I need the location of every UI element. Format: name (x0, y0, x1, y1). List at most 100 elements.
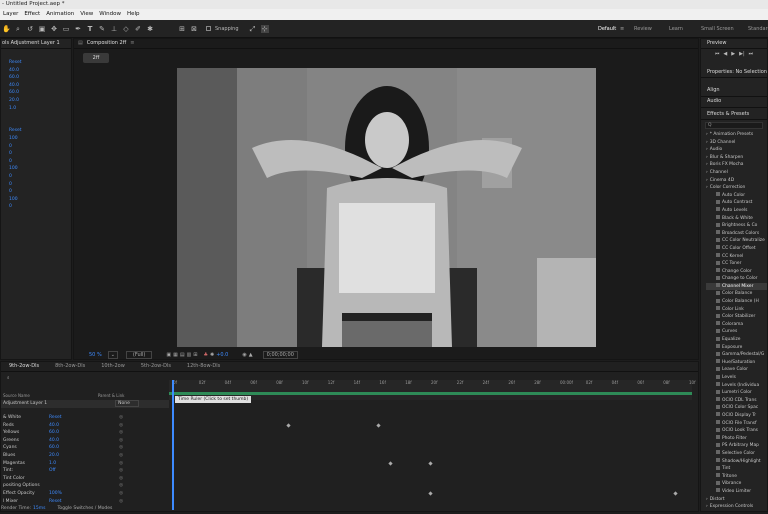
effect-category[interactable]: › * Animation Presets (706, 131, 767, 139)
local-axis-icon[interactable]: ⊞ (178, 25, 186, 33)
effect-item[interactable]: Video Limiter (706, 488, 767, 496)
composition-tab-menu-icon[interactable]: ≡ (130, 39, 134, 48)
effect-item[interactable]: Channel Mixer (706, 282, 767, 291)
rotate-icon[interactable]: ↺ (26, 25, 34, 33)
expand-chevron-icon[interactable]: › (706, 132, 708, 137)
play-icon[interactable]: ▶ (731, 51, 735, 57)
effect-item[interactable]: Shadow/Highlight (706, 458, 767, 466)
effect-control-value[interactable]: 60.0 (9, 74, 71, 82)
effect-item[interactable]: Hue/Saturation (706, 359, 767, 367)
effect-category[interactable]: › Color Correction (706, 184, 767, 192)
effect-control-value[interactable]: 100 (9, 196, 71, 204)
menu-layer[interactable]: Layer (0, 9, 21, 20)
effect-item[interactable]: Tritone (706, 473, 767, 481)
effect-item[interactable]: Levels (706, 374, 767, 382)
property-value[interactable]: Reset (49, 414, 62, 422)
keyframe-marker[interactable] (388, 461, 393, 466)
menu-effect[interactable]: Effect (21, 9, 43, 20)
workspace-menu-icon[interactable]: ≡ (620, 20, 624, 38)
audio-tab[interactable]: Audio (701, 97, 767, 108)
layer-row[interactable]: Adjustment Layer 1 None (1, 400, 169, 408)
parent-dropdown[interactable]: None (115, 400, 139, 407)
effect-item[interactable]: Brightness & Co (706, 222, 767, 230)
effect-item[interactable]: CC Toner (706, 260, 767, 268)
property-row[interactable]: Effect Opacity 100% ◎ (1, 490, 169, 498)
expand-chevron-icon[interactable]: › (706, 504, 708, 509)
timeline-tab[interactable]: 9th-2ow-Dls (1, 362, 47, 371)
workspace-default[interactable]: Default (598, 20, 616, 38)
pen-icon[interactable]: ✒ (74, 25, 82, 33)
first-frame-icon[interactable]: ⏮ (715, 51, 720, 57)
type-icon[interactable]: T (86, 25, 94, 33)
workspace-small-screen[interactable]: Small Screen (701, 20, 734, 38)
effect-category[interactable]: › Distort (706, 496, 767, 504)
effect-item[interactable]: Leave Color (706, 366, 767, 374)
keyframe-area[interactable] (169, 414, 692, 514)
stopwatch-icon[interactable]: ◎ (119, 422, 123, 430)
effect-item[interactable]: OCIO Look Trans (706, 427, 767, 435)
effect-control-value[interactable] (9, 120, 71, 128)
property-value[interactable]: 20.0 (49, 452, 59, 460)
property-row[interactable]: Yellows 60.0 ◎ (1, 429, 169, 437)
mask-icon[interactable]: ▤ (180, 352, 185, 358)
property-value[interactable]: 60.0 (49, 429, 59, 437)
effect-item[interactable]: Color Stabilizer (706, 313, 767, 321)
stopwatch-icon[interactable]: ◎ (119, 482, 123, 490)
timeline-tab[interactable]: 5th-2ow-Dls (133, 362, 179, 371)
align-tab[interactable]: Align (701, 86, 767, 97)
property-value[interactable]: 60.0 (49, 444, 59, 452)
effect-item[interactable]: Gamma/Pedestal/G (706, 351, 767, 359)
effect-category[interactable]: › Audio (706, 146, 767, 154)
property-row[interactable]: Tint: Off ◎ (1, 467, 169, 475)
workspace-standard[interactable]: Standard (748, 20, 768, 38)
camera-icon[interactable]: ▣ (38, 25, 46, 33)
effect-category[interactable]: › Channel (706, 169, 767, 177)
property-value[interactable]: 40.0 (49, 437, 59, 445)
world-axis-icon[interactable]: ⊠ (190, 25, 198, 33)
timeline-search-icon[interactable]: ⌕ (7, 375, 10, 381)
effect-control-value[interactable]: 0 (9, 143, 71, 151)
keyframe-marker[interactable] (376, 423, 381, 428)
keyframe-marker[interactable] (428, 491, 433, 496)
property-row[interactable]: & White Reset ◎ (1, 414, 169, 422)
menu-help[interactable]: Help (124, 9, 143, 20)
zoom-level[interactable]: 50 % (89, 352, 102, 358)
timeline-tab[interactable]: 8th-2ow-Dls (47, 362, 93, 371)
prev-frame-icon[interactable]: ◀ (723, 51, 727, 57)
effect-control-value[interactable]: 0 (9, 203, 71, 211)
effect-control-value[interactable]: 100 (9, 165, 71, 173)
stopwatch-icon[interactable]: ◎ (119, 475, 123, 483)
property-row[interactable]: l Mixer Reset ◎ (1, 498, 169, 506)
expand-chevron-icon[interactable]: › (706, 162, 708, 167)
last-frame-icon[interactable]: ⏭ (749, 51, 754, 57)
property-row[interactable]: Cyans 60.0 ◎ (1, 444, 169, 452)
stopwatch-icon[interactable]: ◎ (119, 444, 123, 452)
brush-icon[interactable]: ✎ (98, 25, 106, 33)
stopwatch-icon[interactable]: ◎ (119, 490, 123, 498)
puppet-icon[interactable]: ✱ (146, 25, 154, 33)
snap-grid-icon[interactable]: ⊹ (260, 24, 269, 33)
effect-control-value[interactable]: 40.0 (9, 82, 71, 90)
property-value[interactable]: Reset (49, 498, 62, 506)
effect-item[interactable]: Photo Filter (706, 435, 767, 443)
exposure-icon[interactable]: ✺ (210, 352, 214, 358)
effect-item[interactable]: Change Color (706, 268, 767, 276)
effect-item[interactable]: Colorama (706, 321, 767, 329)
roto-brush-icon[interactable]: ✐ (134, 25, 142, 33)
stopwatch-icon[interactable]: ◎ (119, 414, 123, 422)
property-row[interactable]: Greens 40.0 ◎ (1, 437, 169, 445)
expand-chevron-icon[interactable]: › (706, 140, 708, 145)
zoom-dropdown-icon[interactable]: ⌄ (107, 351, 118, 359)
keyframe-marker[interactable] (673, 491, 678, 496)
effect-item[interactable]: Vibrance (706, 480, 767, 488)
properties-tab[interactable]: Properties: No Selection (701, 68, 767, 78)
effect-control-value[interactable]: Reset (9, 127, 71, 135)
menu-window[interactable]: Window (96, 9, 124, 20)
transparency-grid-icon[interactable]: ▦ (173, 352, 178, 358)
guide-icon[interactable]: ▥ (187, 352, 192, 358)
effect-control-value[interactable]: 0 (9, 150, 71, 158)
composition-subtab[interactable]: 2ff (83, 53, 109, 63)
effect-control-value[interactable]: 20.0 (9, 97, 71, 105)
channel-icon[interactable]: ⊞ (193, 352, 197, 358)
expand-chevron-icon[interactable]: › (706, 178, 708, 183)
